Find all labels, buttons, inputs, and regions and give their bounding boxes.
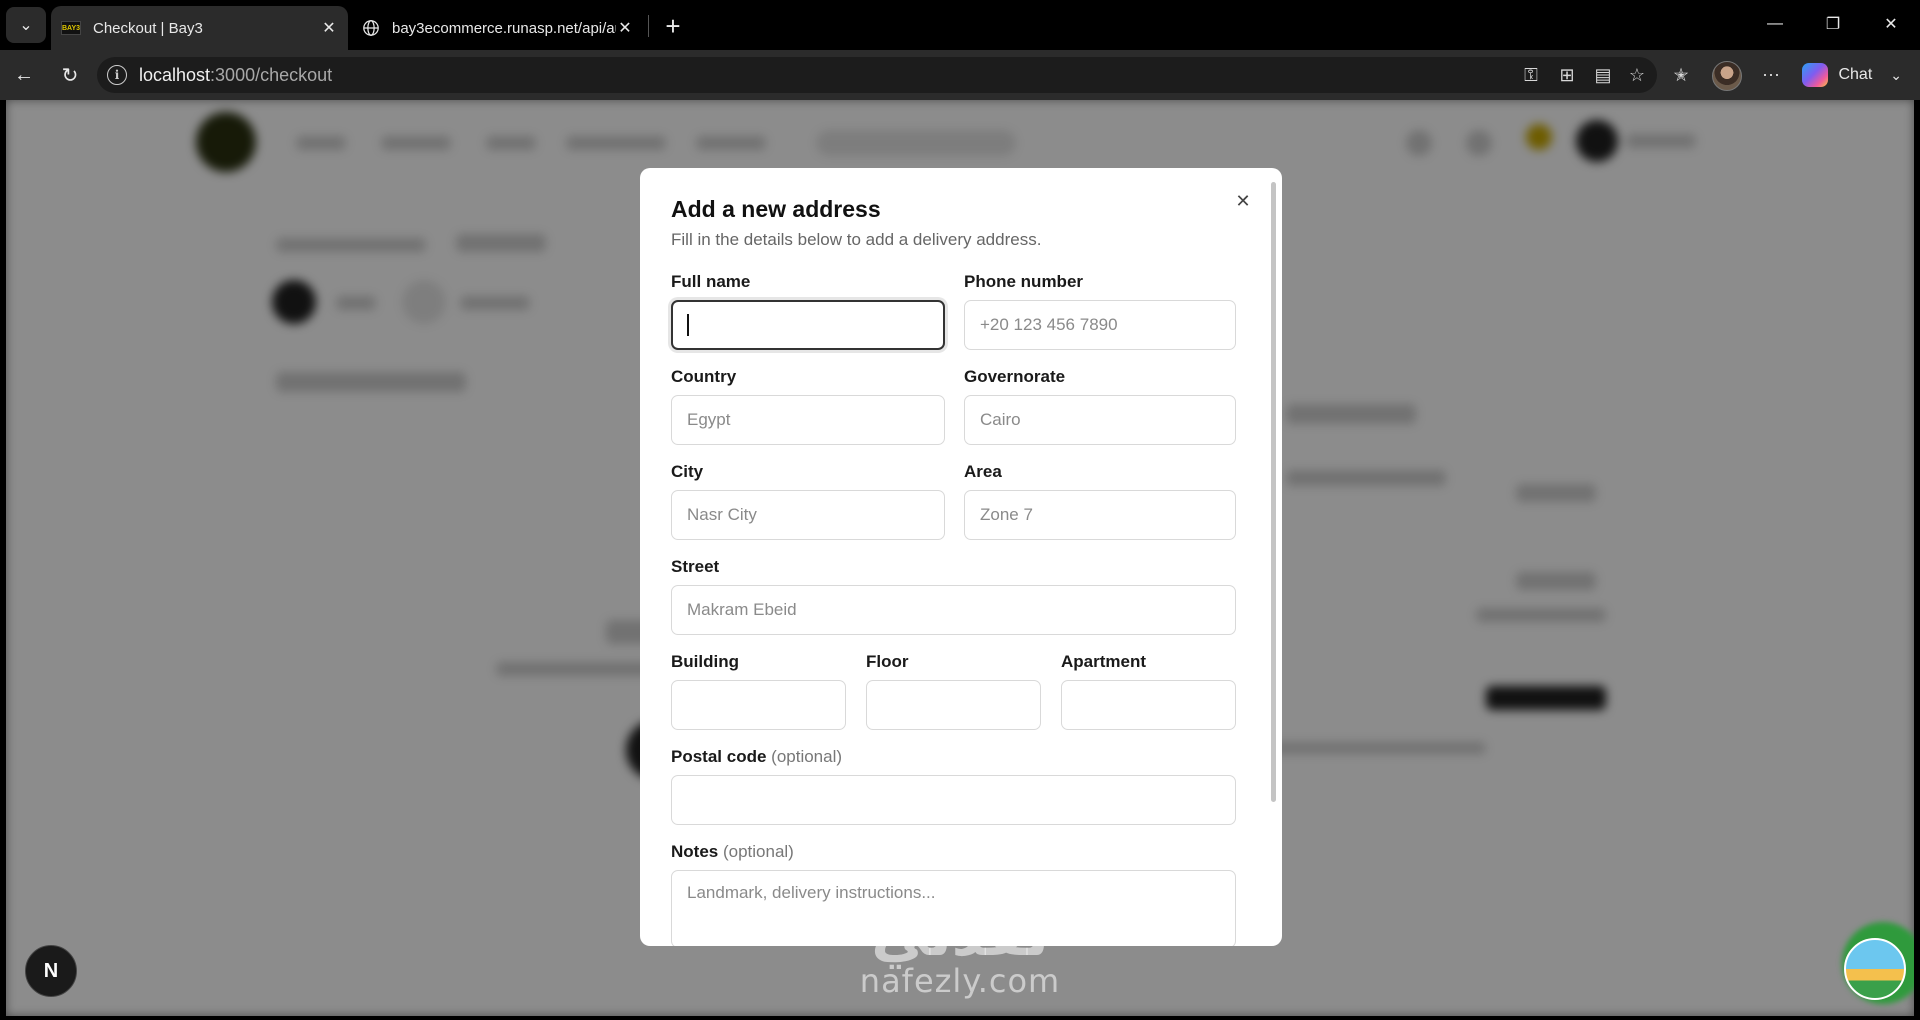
governorate-input[interactable]: Cairo	[964, 395, 1236, 445]
text-caret	[687, 314, 689, 336]
close-icon[interactable]: ✕	[320, 19, 338, 37]
optional-hint: (optional)	[722, 842, 794, 861]
back-arrow-icon[interactable]: ←	[8, 59, 40, 91]
chevron-down-icon[interactable]: ⌄	[1890, 67, 1902, 84]
notes-label: Notes (optional)	[671, 842, 1236, 866]
city-field: City Nasr City	[671, 462, 945, 540]
watermark: نفذلي nafezly.com	[850, 905, 1070, 997]
building-field: Building	[671, 652, 846, 730]
close-icon[interactable]: ✕	[1230, 188, 1256, 214]
governorate-label: Governorate	[964, 367, 1066, 386]
reading-view-icon[interactable]: ▤	[1590, 62, 1616, 88]
modal-scrollbar[interactable]	[1271, 182, 1276, 802]
chevron-down-icon: ⌄	[19, 17, 33, 34]
watermark-latin: nafezly.com	[859, 962, 1061, 1000]
dialog-title: Add a new address	[671, 196, 881, 222]
copilot-label: Chat	[1838, 66, 1873, 83]
notes-label-text: Notes	[671, 842, 719, 861]
minimize-icon[interactable]: —	[1752, 6, 1798, 42]
building-input[interactable]	[671, 680, 846, 730]
plus-icon[interactable]: +	[657, 10, 689, 42]
copilot-icon	[1802, 63, 1829, 87]
phone-field: Phone number +20 123 456 7890	[964, 272, 1236, 350]
key-icon[interactable]: ⚿	[1518, 62, 1544, 88]
watermark-arabic: نفذلي	[871, 901, 1049, 969]
building-label: Building	[671, 652, 739, 671]
postal-code-input[interactable]	[671, 775, 1236, 825]
tab-api[interactable]: bay3ecommerce.runasp.net/api/au ✕	[352, 6, 644, 50]
full-name-input[interactable]	[671, 300, 945, 350]
site-favicon: BAY3	[61, 21, 81, 35]
governorate-field: Governorate Cairo	[964, 367, 1236, 445]
tab-checkout[interactable]: BAY3 Checkout | Bay3 ✕	[51, 6, 348, 50]
info-icon[interactable]: i	[107, 65, 127, 85]
favorite-star-icon[interactable]: ☆	[1624, 62, 1650, 88]
restore-icon[interactable]: ❐	[1810, 6, 1856, 42]
country-field: Country Egypt	[671, 367, 945, 445]
city-label: City	[671, 462, 704, 481]
tab-title: Checkout | Bay3	[93, 19, 203, 37]
url-path: :3000/checkout	[210, 64, 333, 85]
apartment-label: Apartment	[1061, 652, 1147, 671]
apartment-input[interactable]	[1061, 680, 1236, 730]
window-close-icon[interactable]: ✕	[1868, 6, 1914, 42]
tab-title: bay3ecommerce.runasp.net/api/au	[392, 19, 616, 37]
postal-code-label-text: Postal code	[671, 747, 767, 766]
refresh-icon[interactable]: ↻	[54, 59, 86, 91]
close-icon[interactable]: ✕	[616, 19, 634, 37]
postal-code-field: Postal code (optional)	[671, 747, 1236, 825]
street-input[interactable]: Makram Ebeid	[671, 585, 1236, 635]
apps-icon[interactable]: ⊞	[1554, 62, 1580, 88]
add-address-dialog: ✕ Add a new address Fill in the details …	[640, 168, 1282, 946]
url-host: localhost	[139, 64, 211, 85]
more-icon[interactable]: ⋯	[1758, 62, 1784, 88]
favorites-icon[interactable]: ✭	[1668, 62, 1694, 88]
country-label: Country	[671, 367, 737, 386]
full-name-field: Full name	[671, 272, 945, 350]
floor-field: Floor	[866, 652, 1041, 730]
phone-label: Phone number	[964, 272, 1084, 291]
tab-actions-menu-button[interactable]: ⌄	[6, 7, 46, 43]
full-name-label: Full name	[671, 272, 751, 291]
phone-input[interactable]: +20 123 456 7890	[964, 300, 1236, 350]
city-input[interactable]: Nasr City	[671, 490, 945, 540]
floor-label: Floor	[866, 652, 909, 671]
nextjs-dev-badge[interactable]: N	[25, 945, 77, 997]
area-field: Area Zone 7	[964, 462, 1236, 540]
address-bar[interactable]: i localhost:3000/checkout	[97, 57, 1657, 93]
tab-separator	[648, 15, 649, 37]
street-label: Street	[671, 557, 720, 576]
dialog-subtitle: Fill in the details below to add a deliv…	[671, 230, 1042, 249]
optional-hint: (optional)	[771, 747, 843, 766]
copilot-chat-button[interactable]: Chat ⌄	[1802, 59, 1902, 91]
area-input[interactable]: Zone 7	[964, 490, 1236, 540]
postal-code-label: Postal code (optional)	[671, 747, 1236, 771]
profile-avatar[interactable]	[1712, 61, 1742, 91]
browser-toolbar: ← ↻ i localhost:3000/checkout ⚿ ⊞ ▤ ☆ ✭ …	[0, 50, 1920, 100]
tab-bar: ⌄ BAY3 Checkout | Bay3 ✕ bay3ecommerce.r…	[0, 0, 1920, 50]
floor-input[interactable]	[866, 680, 1041, 730]
globe-icon	[363, 20, 379, 36]
chat-widget-button[interactable]	[1844, 938, 1906, 1000]
country-input[interactable]: Egypt	[671, 395, 945, 445]
street-field: Street Makram Ebeid	[671, 557, 1236, 635]
apartment-field: Apartment	[1061, 652, 1236, 730]
area-label: Area	[964, 462, 1002, 481]
page-viewport: ✕ Add a new address Fill in the details …	[6, 100, 1914, 1016]
